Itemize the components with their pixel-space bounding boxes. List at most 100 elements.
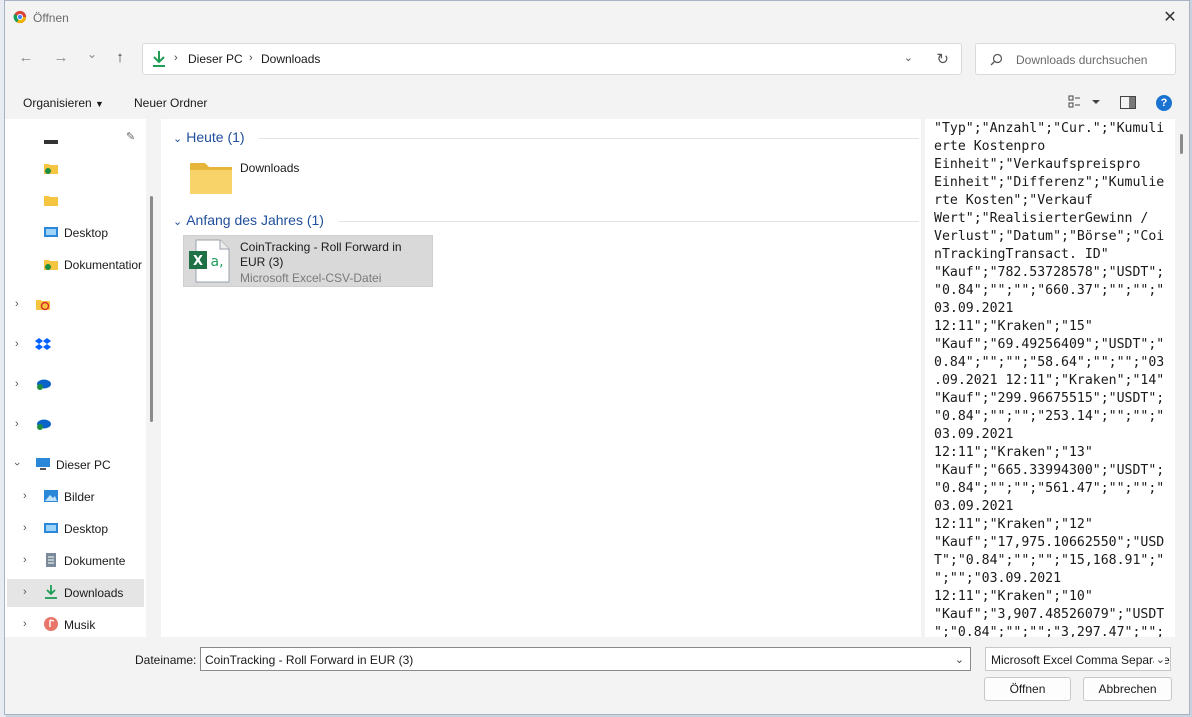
synced-folder-icon: [44, 164, 58, 174]
documents-icon: [46, 553, 56, 567]
chevron-down-icon: ⌄: [173, 133, 183, 145]
pin-icon[interactable]: ✎: [126, 130, 135, 143]
search-icon: [990, 53, 1003, 66]
chevron-right-icon[interactable]: ›: [15, 338, 19, 350]
filetype-select[interactable]: Microsoft Excel Comma Separated Values F…: [985, 647, 1171, 671]
organize-label: Organisieren: [23, 96, 92, 110]
navigation-pane: ✎ Desktop Dokumentatior › › › › › Dieser…: [5, 119, 146, 637]
sidebar-item-dropbox[interactable]: ›: [5, 331, 146, 359]
csv-preview-text: "Typ";"Anzahl";"Cur.";"Kumuli erte Koste…: [934, 121, 1165, 637]
chevron-down-icon: ▼: [95, 99, 104, 109]
download-icon: [153, 51, 165, 67]
sidebar-item-drive[interactable]: ✎: [5, 125, 146, 153]
chevron-right-icon[interactable]: ›: [23, 554, 27, 566]
chevron-down-icon[interactable]: ›: [11, 462, 23, 466]
sidebar-item-label: Dieser PC: [56, 458, 111, 472]
sidebar-item-label: Desktop: [64, 522, 109, 536]
title-bar: Öffnen ✕: [5, 1, 1189, 35]
forward-button[interactable]: →: [50, 49, 72, 66]
group-header-today[interactable]: ⌄ Heute (1): [173, 129, 245, 145]
chevron-right-icon[interactable]: ›: [23, 618, 27, 630]
breadcrumb-this-pc[interactable]: Dieser PC: [188, 52, 243, 66]
sidebar-item-shared[interactable]: ›: [5, 291, 146, 319]
chevron-down-icon[interactable]: ⌄: [1153, 653, 1165, 666]
svg-text:a,: a,: [210, 254, 223, 270]
search-placeholder: Downloads durchsuchen: [1016, 53, 1148, 67]
preview-pane-icon[interactable]: [1120, 96, 1136, 109]
sidebar-item-label: Desktop: [64, 226, 109, 240]
file-list: ⌄ Heute (1) Downloads ⌄ Anfang des Jahres …: [161, 119, 921, 637]
sidebar-item-folder[interactable]: [5, 187, 146, 215]
back-button[interactable]: ←: [15, 49, 37, 66]
file-item-csv[interactable]: X a, CoinTracking - Roll Forward in EUR …: [183, 235, 433, 287]
sidebar-item-label: Dokumente: [64, 554, 126, 568]
excel-csv-icon: X a,: [189, 239, 230, 283]
drive-icon: [44, 140, 58, 144]
onedrive-icon: [37, 419, 51, 430]
refresh-icon[interactable]: ↻: [936, 50, 949, 68]
close-button[interactable]: ✕: [1159, 7, 1181, 29]
window-title: Öffnen: [33, 11, 69, 25]
filetype-value: Microsoft Excel Comma Separated Values F…: [991, 653, 1171, 667]
open-button[interactable]: Öffnen: [984, 677, 1071, 701]
chevron-right-icon[interactable]: ›: [15, 418, 19, 430]
group-divider: [339, 221, 919, 222]
sidebar-scrollbar[interactable]: [150, 196, 153, 422]
chevron-right-icon[interactable]: ›: [23, 586, 27, 598]
folder-item-downloads[interactable]: Downloads: [185, 157, 345, 199]
desktop-icon: [44, 227, 58, 237]
filename-label: Dateiname:: [135, 653, 197, 667]
music-icon: [44, 617, 58, 631]
chevron-right-icon[interactable]: ›: [23, 490, 27, 502]
svg-text:X: X: [193, 254, 203, 269]
sidebar-item-desktop-quick[interactable]: Desktop: [5, 219, 146, 247]
preview-scrollbar[interactable]: [1180, 134, 1183, 154]
sidebar-item-documentation[interactable]: Dokumentatior: [5, 251, 146, 279]
sidebar-item-label: Dokumentatior: [64, 258, 143, 272]
group-title: Anfang des Jahres (1): [186, 212, 324, 228]
open-file-dialog: Öffnen ✕ ← → ⌄ ↑ › Dieser PC › Downloads…: [4, 0, 1190, 715]
sidebar-item-documents[interactable]: › Dokumente: [5, 547, 146, 575]
command-bar: Organisieren ▼ Neuer Ordner: [5, 87, 1189, 119]
filename-input[interactable]: CoinTracking - Roll Forward in EUR (3) ⌄: [200, 647, 971, 671]
view-options-icon[interactable]: [1068, 95, 1102, 109]
search-box[interactable]: Downloads durchsuchen: [975, 43, 1176, 75]
folder-icon: [44, 196, 58, 206]
sidebar-item-onedrive-2[interactable]: ›: [5, 411, 146, 439]
up-button[interactable]: ↑: [109, 49, 131, 66]
sidebar-item-this-pc[interactable]: › Dieser PC: [5, 451, 146, 479]
sidebar-item-pictures[interactable]: › Bilder: [5, 483, 146, 511]
file-name: Downloads: [240, 161, 300, 175]
pictures-icon: [44, 490, 58, 502]
synced-folder-icon: [44, 260, 58, 270]
sidebar-item-downloads[interactable]: › Downloads: [7, 579, 144, 607]
group-title: Heute (1): [186, 129, 245, 145]
chevron-right-icon[interactable]: ›: [15, 298, 19, 310]
breadcrumb-downloads[interactable]: Downloads: [261, 52, 320, 66]
sidebar-item-label: Downloads: [64, 586, 124, 600]
cancel-button[interactable]: Abbrechen: [1083, 677, 1172, 701]
help-icon[interactable]: ?: [1156, 95, 1172, 111]
sidebar-item-onedrive-1[interactable]: ›: [5, 371, 146, 399]
organize-button[interactable]: Organisieren ▼: [23, 96, 104, 110]
sidebar-item-label: Bilder: [64, 490, 95, 504]
chevron-down-icon[interactable]: ⌄: [955, 653, 964, 666]
address-dropdown-icon[interactable]: ⌄: [904, 51, 913, 64]
desktop-icon: [44, 523, 58, 533]
address-bar[interactable]: › Dieser PC › Downloads ⌄ ↻: [142, 43, 962, 75]
group-divider: [259, 138, 919, 139]
filename-value: CoinTracking - Roll Forward in EUR (3): [205, 653, 414, 667]
chrome-app-icon: [13, 10, 27, 24]
sidebar-item-folder-synced[interactable]: [5, 155, 146, 183]
sidebar-item-desktop[interactable]: › Desktop: [5, 515, 146, 543]
new-folder-button[interactable]: Neuer Ordner: [134, 96, 207, 110]
chevron-right-icon[interactable]: ›: [23, 522, 27, 534]
dropbox-icon: [35, 338, 51, 350]
shared-folder-icon: [36, 300, 50, 311]
onedrive-icon: [37, 379, 51, 390]
sidebar-item-music[interactable]: › Musik: [5, 611, 146, 639]
chevron-right-icon[interactable]: ›: [15, 378, 19, 390]
recent-locations-button[interactable]: ⌄: [81, 47, 103, 61]
group-header-start-of-year[interactable]: ⌄ Anfang des Jahres (1): [173, 212, 324, 228]
chevron-down-icon: ⌄: [173, 216, 183, 228]
